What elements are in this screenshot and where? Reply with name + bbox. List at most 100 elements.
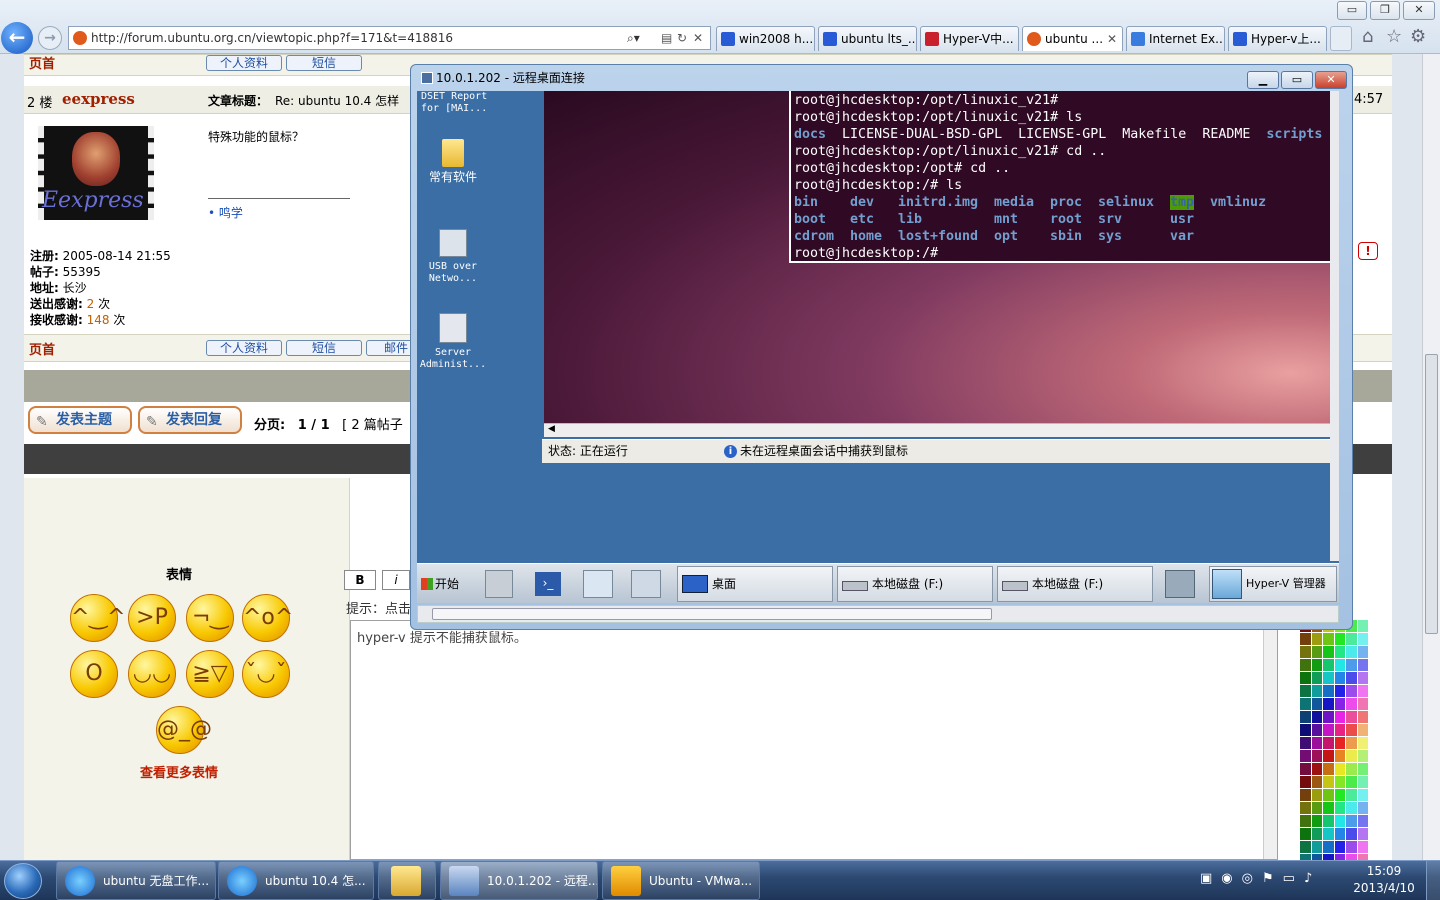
taskbar-item-explorer[interactable] bbox=[378, 861, 436, 900]
color-swatch[interactable] bbox=[1323, 698, 1334, 710]
display-tray-icon[interactable]: ▭ bbox=[1283, 871, 1304, 886]
big-grin-icon[interactable]: ≧▽ bbox=[186, 650, 234, 698]
report-icon[interactable]: ! bbox=[1358, 242, 1378, 260]
signature-link[interactable]: • 鸣学 bbox=[208, 204, 243, 221]
color-swatch[interactable] bbox=[1311, 659, 1322, 671]
desktop-icon-server-admin[interactable]: Server Administ... bbox=[417, 313, 489, 371]
remote-task-disk[interactable]: 本地磁盘 (F:) bbox=[837, 566, 993, 602]
color-swatch[interactable] bbox=[1323, 763, 1334, 775]
color-swatch[interactable] bbox=[1323, 737, 1334, 749]
window-maximize-button[interactable]: ❐ bbox=[1370, 1, 1400, 20]
color-swatch[interactable] bbox=[1323, 815, 1334, 827]
color-swatch[interactable] bbox=[1311, 815, 1322, 827]
color-swatch[interactable] bbox=[1334, 724, 1345, 736]
browser-tab[interactable]: win2008 h... bbox=[716, 26, 815, 51]
rdp-maximize-button[interactable]: ▭ bbox=[1281, 71, 1313, 89]
stop-icon[interactable]: ✕ bbox=[693, 27, 703, 49]
reply-button[interactable]: ✎ 发表回复 bbox=[138, 406, 242, 434]
color-swatch[interactable] bbox=[1300, 672, 1311, 684]
color-swatch[interactable] bbox=[1311, 789, 1322, 801]
color-swatch[interactable] bbox=[1300, 698, 1311, 710]
scroll-left-icon[interactable]: ◀ bbox=[548, 424, 555, 434]
color-swatch[interactable] bbox=[1346, 737, 1357, 749]
color-swatch[interactable] bbox=[1357, 685, 1368, 697]
color-swatch[interactable] bbox=[1311, 802, 1322, 814]
color-swatch[interactable] bbox=[1311, 776, 1322, 788]
page-scrollbar[interactable] bbox=[1422, 54, 1440, 860]
color-swatch[interactable] bbox=[1346, 698, 1357, 710]
color-swatch[interactable] bbox=[1311, 672, 1322, 684]
color-swatch[interactable] bbox=[1346, 659, 1357, 671]
laugh-hand-icon[interactable]: ^o^ bbox=[242, 594, 293, 642]
rdp-window[interactable]: 10.0.1.202 - 远程桌面连接 ▁ ▭ ✕ DSET Report fo… bbox=[410, 64, 1353, 630]
color-palette[interactable] bbox=[1300, 620, 1368, 866]
color-swatch[interactable] bbox=[1357, 646, 1368, 658]
tongue-icon[interactable]: >P bbox=[128, 594, 176, 642]
cry-laugh-icon[interactable]: O bbox=[70, 650, 118, 698]
scrollbar-thumb[interactable] bbox=[432, 608, 992, 620]
color-swatch[interactable] bbox=[1334, 828, 1345, 840]
color-swatch[interactable] bbox=[1311, 841, 1322, 853]
clock[interactable]: 15:09 2013/4/10 bbox=[1348, 863, 1420, 897]
color-swatch[interactable] bbox=[1300, 802, 1311, 814]
profile-button[interactable]: 个人资料 bbox=[206, 340, 282, 356]
server-manager-icon[interactable] bbox=[485, 570, 513, 598]
color-swatch[interactable] bbox=[1334, 763, 1345, 775]
color-swatch[interactable] bbox=[1357, 776, 1368, 788]
remote-start-button[interactable]: 开始 bbox=[419, 570, 469, 598]
rdp-minimize-button[interactable]: ▁ bbox=[1247, 71, 1279, 89]
taskbar-item-vmware[interactable]: Ubuntu - VMwa... bbox=[602, 861, 760, 900]
color-swatch[interactable] bbox=[1357, 633, 1368, 645]
color-swatch[interactable] bbox=[1346, 711, 1357, 723]
color-swatch[interactable] bbox=[1346, 828, 1357, 840]
grin-sweat-icon[interactable]: ◡◡ bbox=[128, 650, 176, 698]
pm-button[interactable]: 短信 bbox=[286, 55, 362, 71]
color-swatch[interactable] bbox=[1346, 841, 1357, 853]
color-swatch[interactable] bbox=[1323, 841, 1334, 853]
scrollbar-thumb[interactable] bbox=[1425, 354, 1438, 634]
color-swatch[interactable] bbox=[1300, 724, 1311, 736]
tab-close-icon[interactable]: ✕ bbox=[1107, 27, 1117, 51]
home-icon[interactable]: ⌂ bbox=[1362, 26, 1373, 47]
forward-button[interactable]: → bbox=[38, 26, 62, 50]
browser-tab[interactable]: ubuntu lts_... bbox=[818, 26, 917, 51]
textarea-scrollbar[interactable] bbox=[1263, 621, 1277, 859]
taskbar-item-ie[interactable]: ubuntu 10.4 怎... bbox=[218, 861, 374, 900]
vm-horizontal-scrollbar[interactable]: ◀ bbox=[544, 423, 1330, 437]
address-bar[interactable]: http://forum.ubuntu.org.cn/viewtopic.php… bbox=[68, 26, 711, 50]
remote-task-hyperv[interactable]: Hyper-V 管理器 bbox=[1209, 566, 1337, 602]
tools-gear-icon[interactable]: ⚙ bbox=[1410, 26, 1426, 47]
color-swatch[interactable] bbox=[1334, 815, 1345, 827]
color-swatch[interactable] bbox=[1323, 659, 1334, 671]
color-swatch[interactable] bbox=[1357, 737, 1368, 749]
pm-button[interactable]: 短信 bbox=[286, 340, 362, 356]
color-swatch[interactable] bbox=[1323, 685, 1334, 697]
more-emoticons-link[interactable]: 查看更多表情 bbox=[140, 762, 218, 781]
powershell-icon[interactable]: ›_ bbox=[535, 572, 561, 596]
color-swatch[interactable] bbox=[1357, 763, 1368, 775]
taskbar-item-ie[interactable]: ubuntu 无盘工作... bbox=[56, 861, 216, 900]
dizzy-icon[interactable]: @_@ bbox=[156, 706, 212, 754]
network-tray-icon[interactable]: ▣ bbox=[1200, 871, 1221, 886]
color-swatch[interactable] bbox=[1311, 698, 1322, 710]
desktop-icon-software[interactable]: 常有软件 bbox=[417, 139, 489, 185]
color-swatch[interactable] bbox=[1323, 646, 1334, 658]
color-swatch[interactable] bbox=[1323, 672, 1334, 684]
color-swatch[interactable] bbox=[1300, 841, 1311, 853]
color-swatch[interactable] bbox=[1346, 672, 1357, 684]
color-swatch[interactable] bbox=[1300, 750, 1311, 762]
new-tab-button[interactable] bbox=[1330, 26, 1352, 51]
color-swatch[interactable] bbox=[1357, 724, 1368, 736]
color-swatch[interactable] bbox=[1323, 633, 1334, 645]
italic-button[interactable]: i bbox=[382, 570, 410, 590]
terminal[interactable]: root@jhcdesktop:/opt/linuxic_v21# root@jh… bbox=[789, 91, 1330, 263]
color-swatch[interactable] bbox=[1300, 737, 1311, 749]
top-link[interactable]: 页首 bbox=[29, 339, 55, 358]
color-swatch[interactable] bbox=[1334, 685, 1345, 697]
color-swatch[interactable] bbox=[1357, 789, 1368, 801]
color-swatch[interactable] bbox=[1357, 750, 1368, 762]
color-swatch[interactable] bbox=[1300, 789, 1311, 801]
top-link[interactable]: 页首 bbox=[29, 54, 55, 72]
search-icon[interactable]: ⌕▾ bbox=[627, 27, 640, 49]
color-swatch[interactable] bbox=[1323, 711, 1334, 723]
